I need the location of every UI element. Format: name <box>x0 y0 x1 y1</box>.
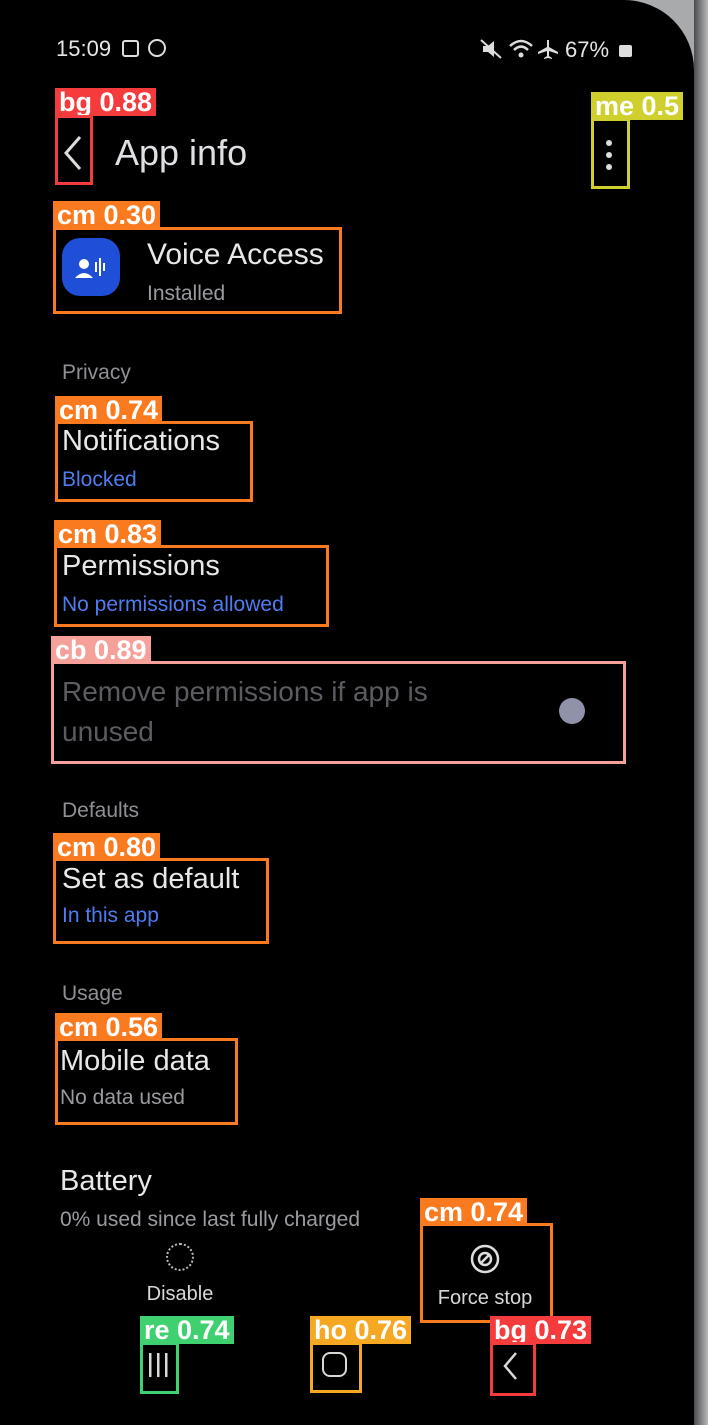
phone-frame-edge <box>694 0 708 1425</box>
detection-box <box>490 1342 536 1396</box>
disable-label: Disable <box>146 1283 214 1305</box>
status-time: 15:09 <box>56 36 112 61</box>
section-privacy: Privacy <box>62 361 131 384</box>
detection-box <box>51 661 626 764</box>
battery-item[interactable]: Battery 0% used since last fully charged <box>60 1165 360 1232</box>
detection-tag: cm 0.56 <box>55 1013 163 1041</box>
disable-button[interactable]: Disable <box>140 1240 220 1306</box>
action-bar-bg <box>0 1230 694 1320</box>
detection-box <box>53 227 342 314</box>
detection-tag: me 0.5 <box>591 92 684 120</box>
detection-box <box>140 1342 179 1394</box>
detection-tag: bg 0.88 <box>55 88 157 116</box>
detection-box <box>591 118 630 189</box>
detection-box <box>55 115 93 185</box>
battery-usage: 0% used since last fully charged <box>60 1208 360 1231</box>
section-usage: Usage <box>62 982 123 1005</box>
detection-tag: cm 0.80 <box>53 833 161 861</box>
detection-box <box>53 858 269 944</box>
detection-box <box>55 421 253 502</box>
airplane-icon <box>538 40 558 59</box>
detection-tag: cm 0.74 <box>420 1198 528 1226</box>
disable-icon <box>166 1243 194 1271</box>
detection-box <box>55 1038 238 1125</box>
detection-tag: cm 0.83 <box>54 520 162 548</box>
battery-icon <box>619 45 632 57</box>
mute-icon <box>480 39 502 59</box>
detection-tag: cb 0.89 <box>51 636 151 664</box>
page-title: App info <box>115 132 248 173</box>
detection-tag: cm 0.30 <box>53 201 161 229</box>
wifi-icon <box>509 39 533 58</box>
detection-tag: ho 0.76 <box>310 1316 412 1344</box>
detection-box <box>54 545 329 627</box>
detection-tag: re 0.74 <box>140 1316 234 1344</box>
battery-title: Battery <box>60 1165 152 1197</box>
battery-percent: 67% <box>565 37 610 62</box>
section-defaults: Defaults <box>62 799 140 822</box>
detection-tag: bg 0.73 <box>490 1316 592 1344</box>
detection-tag: cm 0.74 <box>55 396 163 424</box>
screenshot-notification-icon <box>122 40 139 57</box>
detection-box <box>420 1223 553 1323</box>
sync-notification-icon <box>148 39 166 57</box>
detection-box <box>310 1342 362 1393</box>
